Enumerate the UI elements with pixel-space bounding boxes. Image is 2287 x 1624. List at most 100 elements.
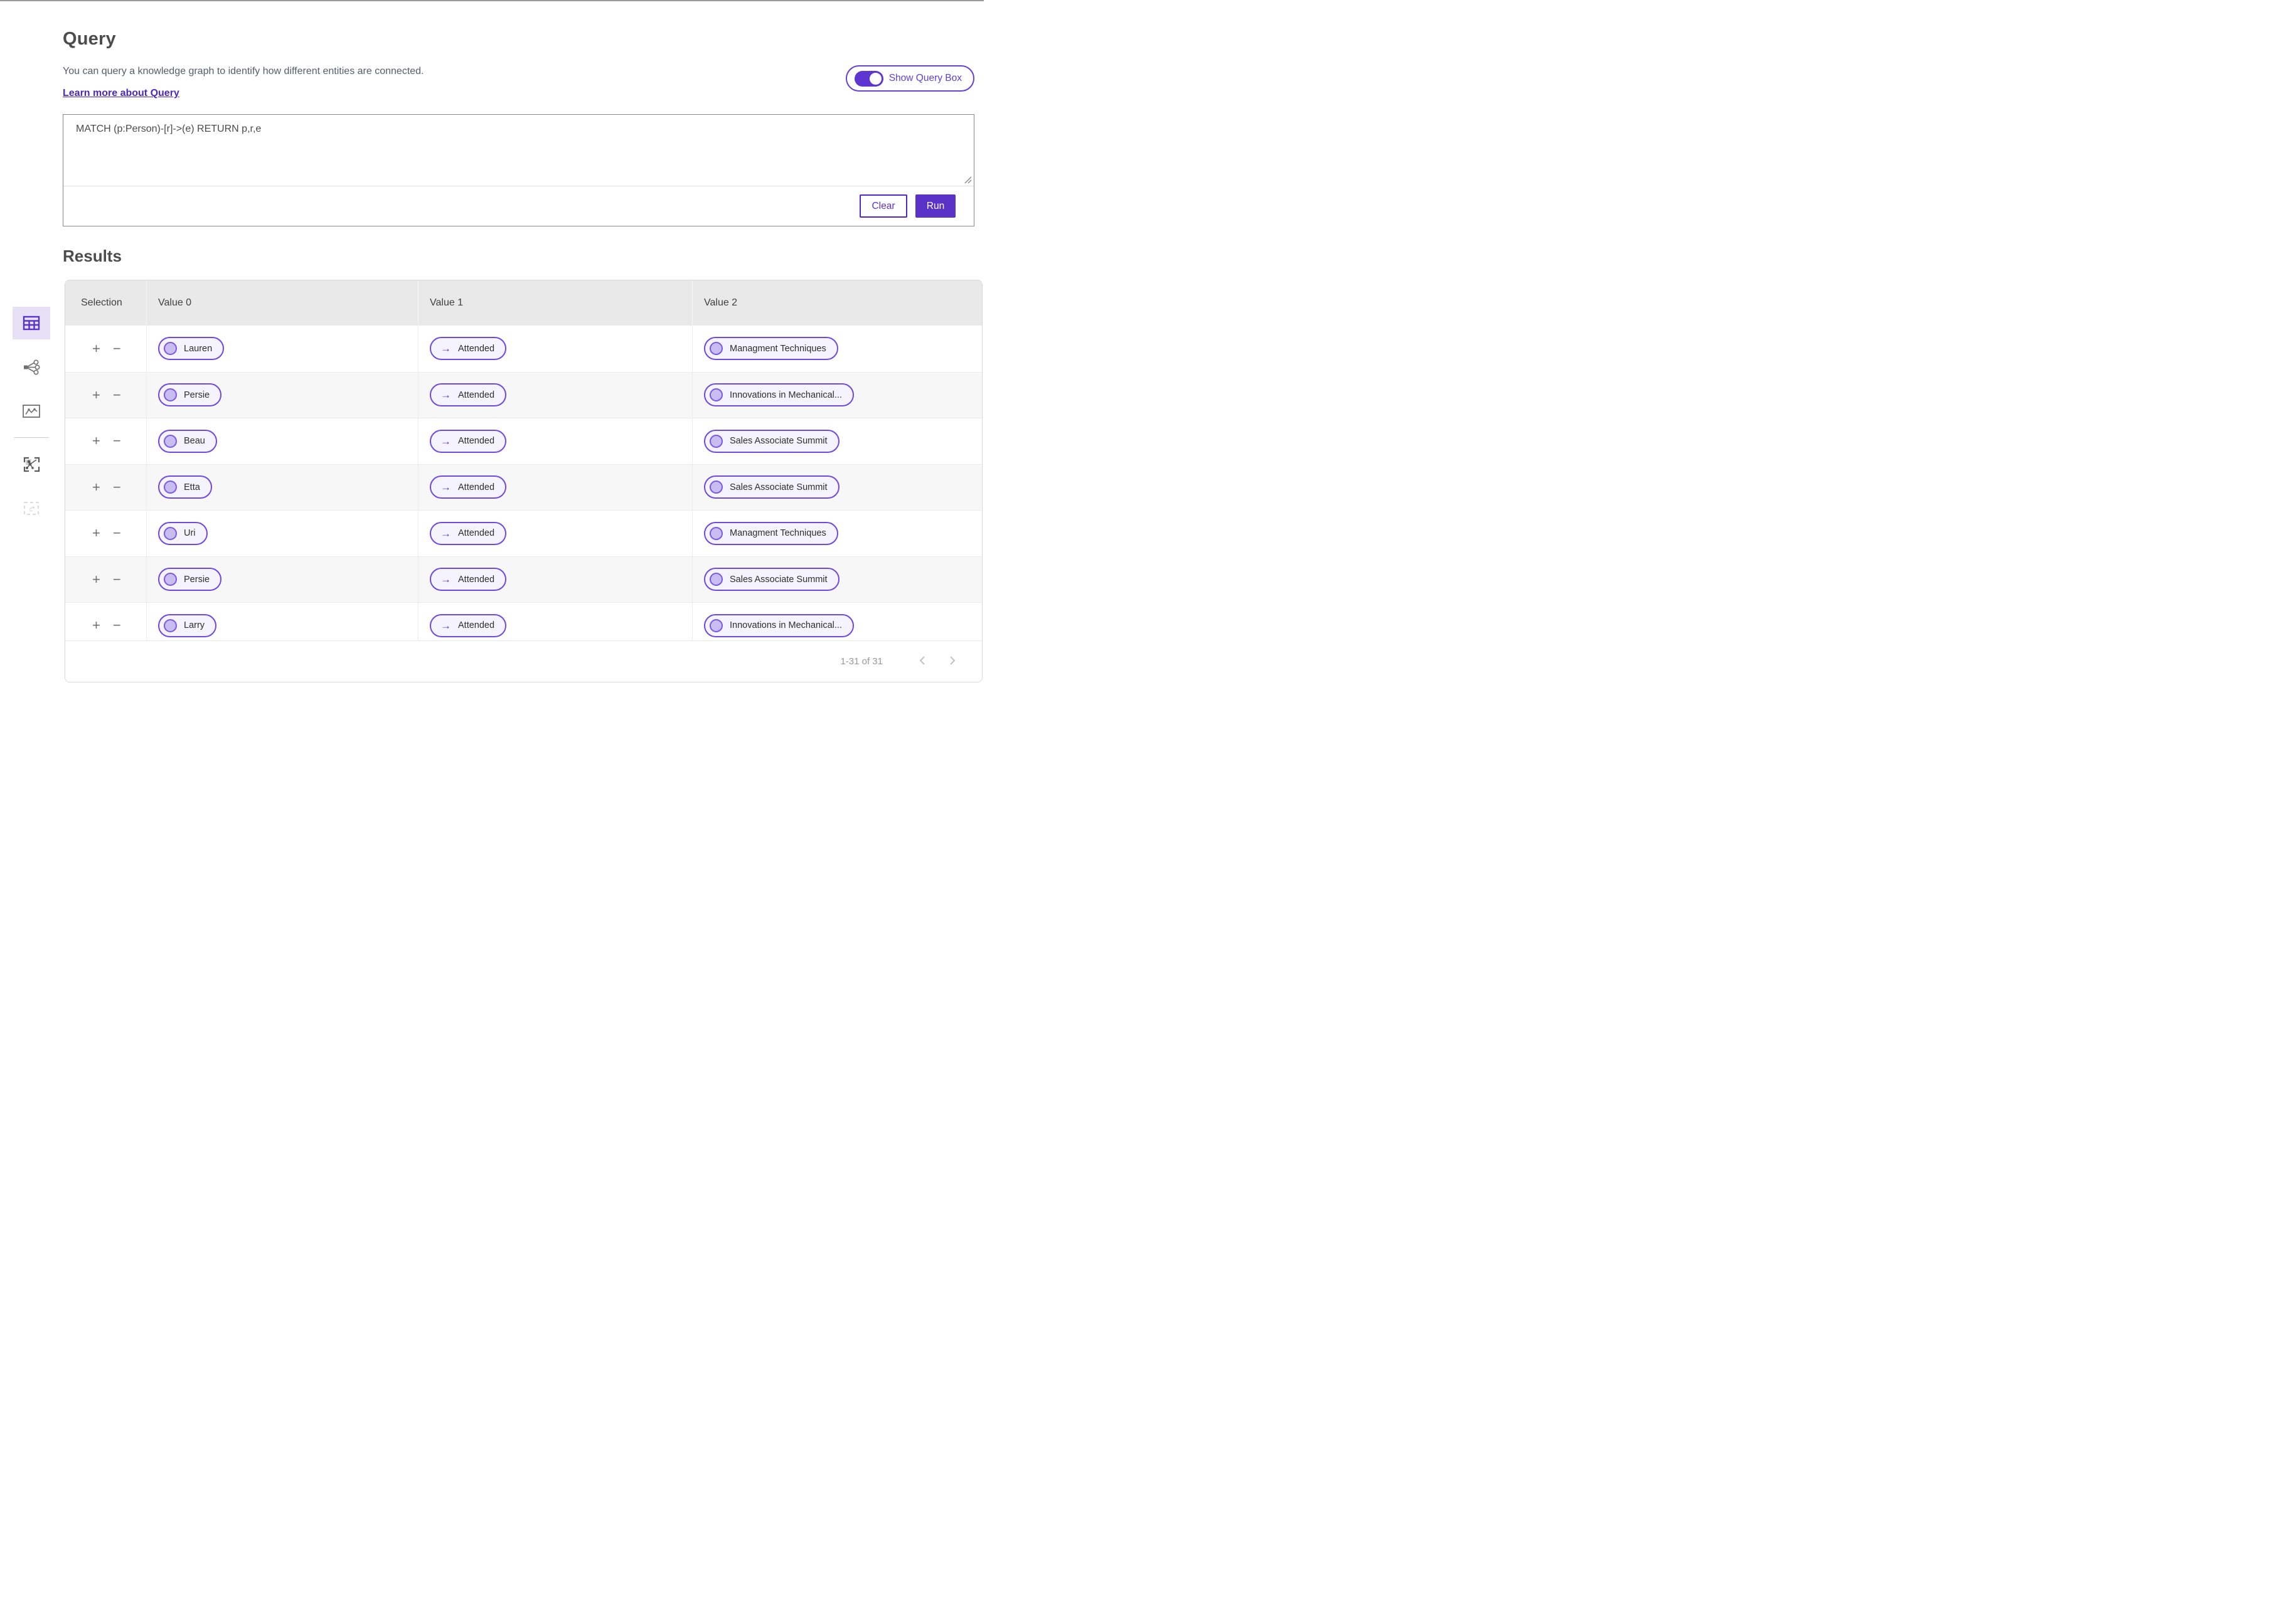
table-view-icon bbox=[23, 316, 40, 331]
add-to-selection-button[interactable]: + bbox=[92, 526, 100, 540]
next-page-button[interactable] bbox=[946, 653, 959, 670]
node-circle-icon bbox=[710, 573, 723, 586]
clear-button[interactable]: Clear bbox=[860, 194, 907, 218]
resize-handle-icon[interactable] bbox=[963, 175, 972, 184]
network-view-icon bbox=[23, 359, 40, 375]
show-query-box-toggle[interactable]: Show Query Box bbox=[846, 65, 974, 92]
value0-cell: Lauren bbox=[146, 326, 418, 372]
sidebar-item-chart-view[interactable] bbox=[13, 395, 50, 427]
remove-from-selection-button[interactable]: − bbox=[113, 342, 121, 356]
node-label: Managment Techniques bbox=[730, 344, 826, 354]
edge-chip[interactable]: → Attended bbox=[430, 568, 506, 591]
arrow-right-icon: → bbox=[440, 482, 451, 492]
results-table: Selection Value 0 Value 1 Value 2 + − La… bbox=[65, 280, 983, 682]
add-to-selection-button[interactable]: + bbox=[92, 618, 100, 632]
table-row: + − Etta → Attended Sales Associate Summ… bbox=[65, 464, 982, 511]
page-description: You can query a knowledge graph to ident… bbox=[63, 66, 974, 77]
query-input[interactable]: MATCH (p:Person)-[r]->(e) RETURN p,r,e bbox=[63, 115, 974, 186]
node-chip[interactable]: Managment Techniques bbox=[704, 522, 838, 545]
node-chip[interactable]: Sales Associate Summit bbox=[704, 475, 840, 499]
node-chip[interactable]: Lauren bbox=[158, 337, 224, 360]
value0-cell: Etta bbox=[146, 465, 418, 511]
node-label: Sales Associate Summit bbox=[730, 436, 828, 446]
node-label: Sales Associate Summit bbox=[730, 575, 828, 585]
node-label: Managment Techniques bbox=[730, 528, 826, 538]
add-to-selection-button[interactable]: + bbox=[92, 342, 100, 356]
learn-more-link[interactable]: Learn more about Query bbox=[63, 88, 179, 99]
sidebar-item-graph-selection-view[interactable] bbox=[13, 448, 50, 480]
selection-cell: + − bbox=[65, 373, 146, 418]
remove-from-selection-button[interactable]: − bbox=[113, 480, 121, 494]
toggle-label: Show Query Box bbox=[889, 73, 962, 84]
node-chip[interactable]: Persie bbox=[158, 383, 221, 406]
table-footer: 1-31 of 31 bbox=[65, 640, 982, 682]
edge-chip[interactable]: → Attended bbox=[430, 383, 506, 406]
value2-cell: Sales Associate Summit bbox=[692, 465, 982, 511]
remove-from-selection-button[interactable]: − bbox=[113, 573, 121, 586]
chevron-left-icon bbox=[919, 655, 925, 666]
value0-cell: Persie bbox=[146, 373, 418, 418]
node-chip[interactable]: Uri bbox=[158, 522, 208, 545]
table-row: + − Uri → Attended Managment Techniques bbox=[65, 510, 982, 556]
pagination-range: 1-31 of 31 bbox=[840, 656, 883, 667]
node-chip[interactable]: Larry bbox=[158, 614, 216, 637]
add-to-selection-button[interactable]: + bbox=[92, 480, 100, 494]
node-label: Persie bbox=[184, 575, 210, 585]
disabled-view-icon bbox=[23, 501, 40, 516]
value0-cell: Uri bbox=[146, 511, 418, 556]
edge-chip[interactable]: → Attended bbox=[430, 337, 506, 360]
column-header-value0: Value 0 bbox=[146, 280, 418, 326]
value1-cell: → Attended bbox=[418, 557, 692, 603]
run-button[interactable]: Run bbox=[915, 194, 956, 218]
add-to-selection-button[interactable]: + bbox=[92, 573, 100, 586]
edge-label: Attended bbox=[458, 620, 494, 630]
value2-cell: Managment Techniques bbox=[692, 511, 982, 556]
remove-from-selection-button[interactable]: − bbox=[113, 526, 121, 540]
node-chip[interactable]: Innovations in Mechanical... bbox=[704, 614, 854, 637]
node-circle-icon bbox=[164, 480, 177, 494]
node-circle-icon bbox=[164, 573, 177, 586]
remove-from-selection-button[interactable]: − bbox=[113, 618, 121, 632]
node-chip[interactable]: Sales Associate Summit bbox=[704, 430, 840, 453]
table-row: + − Persie → Attended Innovations in Mec… bbox=[65, 372, 982, 418]
add-to-selection-button[interactable]: + bbox=[92, 388, 100, 402]
remove-from-selection-button[interactable]: − bbox=[113, 388, 121, 402]
query-input-wrap: MATCH (p:Person)-[r]->(e) RETURN p,r,e bbox=[63, 115, 974, 186]
edge-chip[interactable]: → Attended bbox=[430, 475, 506, 499]
value1-cell: → Attended bbox=[418, 373, 692, 418]
edge-label: Attended bbox=[458, 575, 494, 585]
add-to-selection-button[interactable]: + bbox=[92, 434, 100, 448]
node-chip[interactable]: Innovations in Mechanical... bbox=[704, 383, 854, 406]
edge-chip[interactable]: → Attended bbox=[430, 522, 506, 545]
edge-label: Attended bbox=[458, 390, 494, 400]
value0-cell: Beau bbox=[146, 418, 418, 464]
remove-from-selection-button[interactable]: − bbox=[113, 434, 121, 448]
sidebar-item-network-view[interactable] bbox=[13, 351, 50, 383]
node-chip[interactable]: Etta bbox=[158, 475, 212, 499]
node-circle-icon bbox=[164, 342, 177, 355]
value1-cell: → Attended bbox=[418, 418, 692, 464]
query-actions-bar: Clear Run bbox=[63, 186, 974, 226]
node-circle-icon bbox=[164, 527, 177, 540]
node-chip[interactable]: Persie bbox=[158, 568, 221, 591]
table-header-row: Selection Value 0 Value 1 Value 2 bbox=[65, 280, 982, 326]
node-chip[interactable]: Beau bbox=[158, 430, 217, 453]
table-body: + − Lauren → Attended Managment Techniqu… bbox=[65, 326, 982, 640]
selection-cell: + − bbox=[65, 511, 146, 556]
node-circle-icon bbox=[710, 480, 723, 494]
value1-cell: → Attended bbox=[418, 326, 692, 372]
chart-view-icon bbox=[23, 405, 40, 418]
node-circle-icon bbox=[710, 619, 723, 632]
edge-label: Attended bbox=[458, 482, 494, 492]
node-label: Uri bbox=[184, 528, 196, 538]
toolbar-divider bbox=[14, 437, 49, 438]
edge-chip[interactable]: → Attended bbox=[430, 430, 506, 453]
sidebar-item-table-view[interactable] bbox=[13, 307, 50, 339]
prev-page-button[interactable] bbox=[915, 653, 929, 670]
node-chip[interactable]: Managment Techniques bbox=[704, 337, 838, 360]
results-heading: Results bbox=[63, 247, 984, 266]
node-circle-icon bbox=[710, 435, 723, 448]
edge-chip[interactable]: → Attended bbox=[430, 614, 506, 637]
selection-cell: + − bbox=[65, 603, 146, 640]
node-chip[interactable]: Sales Associate Summit bbox=[704, 568, 840, 591]
